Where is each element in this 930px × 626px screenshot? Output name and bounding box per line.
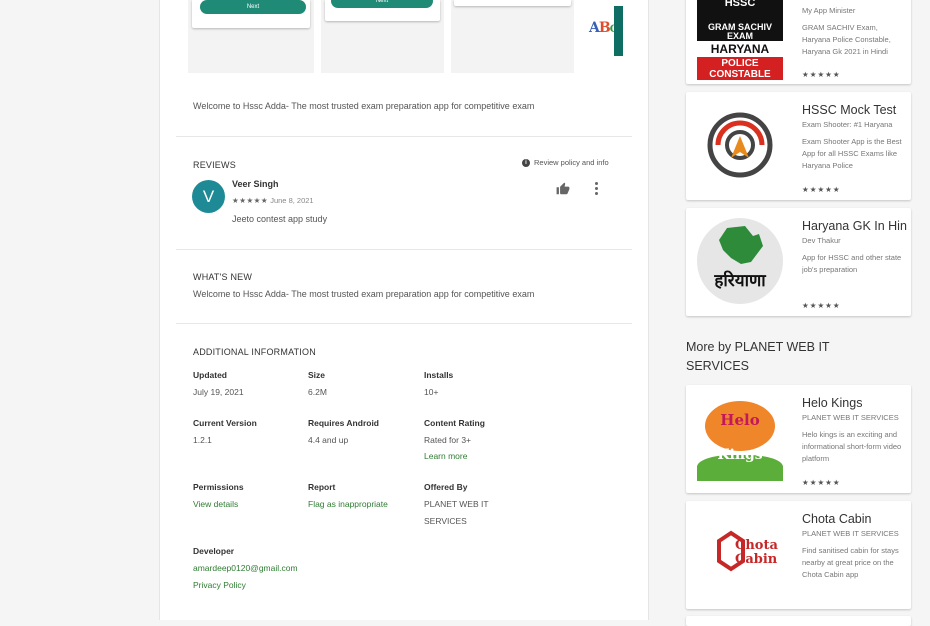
review-date: June 8, 2021: [270, 196, 314, 205]
divider: [176, 323, 632, 324]
app-blurb: Find sanitised cabin for stays nearby at…: [802, 546, 899, 579]
info-icon: i: [522, 158, 530, 167]
chota-cabin-icon: Chota Cabin: [697, 511, 783, 597]
avatar: V: [192, 180, 225, 213]
screenshot-2[interactable]: Next: [321, 0, 444, 73]
app-developer[interactable]: PLANET WEB IT SERVICES: [802, 413, 907, 422]
hssc-gram-sachiv-icon: HSSC GRAM SACHIV EXAM HARYANA POLICE CON…: [697, 0, 783, 80]
more-by-app-card-3[interactable]: [686, 616, 911, 626]
app-title[interactable]: Chota Cabin: [802, 512, 907, 526]
offered-by-value-2: SERVICES: [424, 516, 467, 526]
app-blurb: Exam Shooter App is the Best App for all…: [802, 137, 902, 170]
size-label: Size: [308, 370, 326, 380]
similar-app-card-3[interactable]: हरियाणा Haryana GK In Hindi Dev Thakur A…: [686, 208, 911, 316]
screenshot-3[interactable]: [451, 0, 574, 73]
reviews-heading: REVIEWS: [193, 160, 236, 170]
review-stars: ★★★★★: [232, 196, 269, 205]
icon-text: Chota: [735, 538, 778, 553]
report-label: Report: [308, 482, 336, 492]
learn-more-link[interactable]: Learn more: [424, 448, 467, 465]
divider: [176, 136, 632, 137]
more-by-app-card-2[interactable]: Chota Cabin Chota Cabin PLANET WEB IT SE…: [686, 501, 911, 609]
updated-value: July 19, 2021: [193, 387, 244, 397]
app-rating: ★★★★★: [802, 301, 841, 310]
icon-text: Helo: [720, 411, 760, 429]
haryana-map-icon: हरियाणा: [697, 218, 783, 304]
additional-info-heading: ADDITIONAL INFORMATION: [193, 347, 316, 357]
similar-app-card-1[interactable]: HSSC GRAM SACHIV EXAM HARYANA POLICE CON…: [686, 0, 911, 84]
icon-text: CONSTABLE: [709, 69, 771, 80]
version-label: Current Version: [193, 418, 257, 428]
helo-kings-icon: Helo Kings: [697, 395, 783, 481]
icon-text: POLICE: [721, 58, 759, 69]
requires-android-label: Requires Android: [308, 418, 379, 428]
screenshot-strip[interactable]: Next Next: [188, 0, 622, 73]
installs-value: 10+: [424, 387, 439, 397]
updated-label: Updated: [193, 370, 227, 380]
offered-by-label: Offered By: [424, 482, 468, 492]
next-button-preview: Next: [200, 0, 306, 14]
app-developer[interactable]: My App Minister: [802, 6, 907, 15]
map-shape: [719, 226, 763, 264]
requires-android-value: 4.4 and up: [308, 435, 349, 445]
app-details-card: [159, 0, 649, 620]
installs-label: Installs: [424, 370, 454, 380]
exam-shooter-target-icon: [697, 102, 783, 188]
more-by-heading[interactable]: More by PLANET WEB IT SERVICES: [686, 338, 886, 376]
app-blurb: App for HSSC and other state job's prepa…: [802, 253, 902, 274]
app-blurb: GRAM SACHIV Exam, Haryana Police Constab…: [802, 23, 891, 56]
app-developer[interactable]: PLANET WEB IT SERVICES: [802, 529, 907, 538]
review-policy-label: Review policy and info: [534, 158, 609, 167]
view-details-link[interactable]: View details: [193, 496, 238, 513]
icon-text: Kings: [717, 447, 763, 463]
review-policy-link[interactable]: i Review policy and info: [522, 158, 609, 167]
app-title[interactable]: Haryana GK In Hindi: [802, 219, 907, 233]
app-title[interactable]: HSSC Mock Test: [802, 103, 907, 117]
screenshot-1[interactable]: Next: [188, 0, 314, 73]
app-developer[interactable]: Dev Thakur: [802, 236, 907, 245]
whats-new-heading: WHAT'S NEW: [193, 272, 253, 282]
app-rating: ★★★★★: [802, 185, 841, 194]
next-button-preview: Next: [331, 0, 433, 8]
size-value: 6.2M: [308, 387, 327, 397]
app-title[interactable]: Helo Kings: [802, 396, 907, 410]
review-meta: ★★★★★ June 8, 2021: [232, 196, 314, 205]
map-label: हरियाणा: [714, 271, 766, 291]
abc-logo: ABC: [589, 20, 618, 36]
reviewer-name: Veer Singh: [232, 179, 279, 189]
icon-text: HSSC: [724, 0, 756, 9]
app-rating: ★★★★★: [802, 70, 841, 79]
review-text: Jeeto contest app study: [232, 214, 328, 224]
divider: [176, 249, 632, 250]
app-developer[interactable]: Exam Shooter: #1 Haryana: [802, 120, 907, 129]
privacy-policy-link[interactable]: Privacy Policy: [193, 577, 246, 594]
developer-label: Developer: [193, 546, 235, 556]
similar-app-card-2[interactable]: HSSC Mock Test Exam Shooter: #1 Haryana …: [686, 92, 911, 200]
content-rating-label: Content Rating: [424, 418, 485, 428]
flag-inappropriate-link[interactable]: Flag as inappropriate: [308, 496, 388, 513]
icon-text: Cabin: [735, 552, 778, 567]
version-value: 1.2.1: [193, 435, 212, 445]
content-rating-value: Rated for 3+: [424, 435, 472, 445]
icon-text: HARYANA: [710, 42, 770, 56]
whats-new-text: Welcome to Hssc Adda- The most trusted e…: [193, 289, 535, 299]
more-by-app-card-1[interactable]: Helo Kings Helo Kings PLANET WEB IT SERV…: [686, 385, 911, 493]
app-blurb: Helo kings is an exciting and informatio…: [802, 430, 902, 463]
thumbs-up-icon[interactable]: [554, 182, 572, 196]
screenshot-4[interactable]: ABC: [583, 4, 623, 58]
more-options-icon[interactable]: [592, 182, 600, 196]
app-description: Welcome to Hssc Adda- The most trusted e…: [193, 101, 535, 111]
app-rating: ★★★★★: [802, 478, 841, 487]
permissions-label: Permissions: [193, 482, 244, 492]
offered-by-value-1: PLANET WEB IT: [424, 499, 489, 509]
icon-text: EXAM: [726, 31, 753, 41]
developer-email-link[interactable]: amardeep0120@gmail.com: [193, 560, 298, 577]
